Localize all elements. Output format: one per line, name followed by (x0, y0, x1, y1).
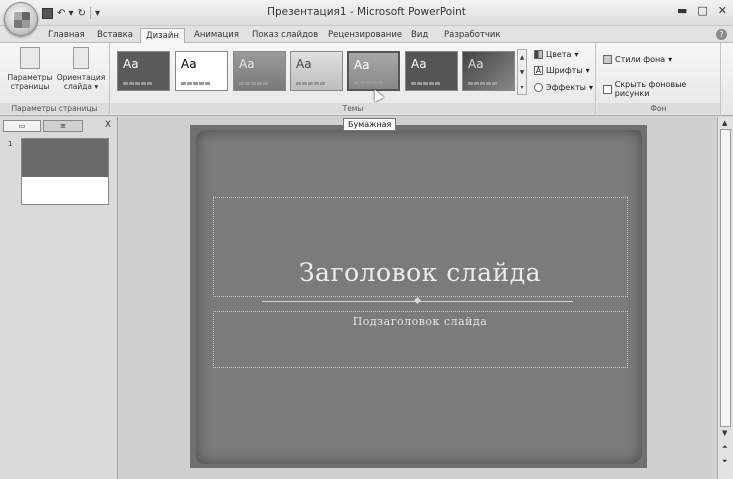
scroll-thumb[interactable] (720, 129, 731, 427)
theme-sample-text: Aa (123, 57, 139, 71)
scroll-up-icon[interactable]: ▲ (722, 119, 727, 127)
fonts-label: Шрифты (546, 66, 583, 75)
theme-sample-text: Aa (239, 57, 255, 71)
slides-tab[interactable]: ▭ (3, 120, 41, 132)
checkbox-icon[interactable] (603, 84, 612, 94)
page-setup-button[interactable]: Параметры страницы (6, 47, 54, 91)
theme-sample-text: Aa (411, 57, 427, 71)
office-logo-icon (14, 12, 30, 28)
theme-thumbnail-3[interactable]: Aa (233, 51, 286, 91)
theme-sample-text: Aa (468, 57, 484, 71)
page-setup-label: Параметры страницы (7, 73, 53, 91)
tab-developer[interactable]: Разработчик (444, 28, 501, 43)
page-setup-group: Параметры страницы Ориентация слайда ▾ П… (0, 43, 110, 116)
background-group: Стили фона ▾ Скрыть фоновые рисунки Фон (597, 43, 721, 116)
tab-review[interactable]: Рецензирование (328, 28, 402, 43)
page-setup-group-label: Параметры страницы (0, 103, 109, 114)
office-button[interactable] (4, 2, 38, 36)
tab-insert[interactable]: Вставка (97, 28, 133, 43)
next-slide-icon[interactable]: ⏷ (722, 457, 728, 466)
maximize-button[interactable]: □ (697, 4, 707, 17)
outline-tab[interactable]: ≡ (43, 120, 83, 132)
pane-tabs: ▭ ≡ X (3, 120, 115, 132)
vertical-scrollbar[interactable]: ▲ ▼ ⏶ ⏷ (717, 117, 733, 479)
slide-thumbnail[interactable] (21, 138, 109, 205)
slide-title[interactable]: Заголовок слайда (213, 258, 627, 287)
tab-home[interactable]: Главная (48, 28, 85, 43)
ribbon: Параметры страницы Ориентация слайда ▾ П… (0, 43, 733, 116)
colors-icon (534, 50, 543, 59)
colors-label: Цвета (546, 50, 572, 59)
page-setup-icon (20, 47, 40, 69)
gallery-up-icon[interactable]: ▲ (518, 50, 526, 65)
background-group-label: Фон (597, 103, 720, 114)
background-styles-button[interactable]: Стили фона ▾ (603, 55, 672, 64)
prev-slide-icon[interactable]: ⏶ (722, 443, 728, 452)
slide-subtitle[interactable]: Подзаголовок слайда (213, 315, 627, 328)
theme-sample-text: Aa (181, 57, 197, 71)
theme-sample-text: Aa (296, 57, 312, 71)
themes-group-label: Темы (111, 103, 595, 114)
effects-icon (534, 83, 543, 92)
colors-button[interactable]: Цвета ▾ (534, 50, 578, 59)
slide-number: 1 (8, 140, 13, 148)
tab-slideshow[interactable]: Показ слайдов (252, 28, 318, 43)
hide-background-label: Скрыть фоновые рисунки (614, 80, 687, 98)
fonts-icon: A (534, 66, 543, 75)
theme-tooltip: Бумажная (343, 118, 397, 131)
theme-thumbnail-6[interactable]: Aa (405, 51, 458, 91)
orientation-button[interactable]: Ориентация слайда ▾ (56, 47, 106, 91)
hide-background-checkbox[interactable]: Скрыть фоновые рисунки (603, 80, 720, 98)
pane-close-icon[interactable]: X (105, 120, 111, 130)
window-title: Презентация1 - Microsoft PowerPoint (267, 6, 466, 18)
effects-label: Эффекты (546, 83, 586, 92)
theme-thumbnail-1[interactable]: Aa (117, 51, 170, 91)
theme-thumbnail-4[interactable]: Aa (290, 51, 343, 91)
gallery-more-icon[interactable]: ▾ (518, 80, 526, 95)
theme-sample-text: Aa (354, 58, 370, 72)
theme-thumbnail-2[interactable]: Aa (175, 51, 228, 91)
thumbnail-preview (22, 139, 108, 177)
orientation-label: Ориентация слайда (56, 73, 106, 91)
ribbon-tabs: Главная Вставка Дизайн Анимация Показ сл… (0, 26, 733, 43)
background-styles-label: Стили фона (615, 55, 666, 64)
tab-animation[interactable]: Анимация (194, 28, 239, 43)
theme-thumbnail-paper[interactable]: Aa (347, 51, 400, 91)
window-controls: ▬ □ ✕ (677, 4, 727, 17)
help-icon[interactable]: ? (716, 29, 727, 40)
theme-gallery-scroll[interactable]: ▲ ▼ ▾ (517, 49, 527, 95)
gallery-down-icon[interactable]: ▼ (518, 65, 526, 80)
tab-design[interactable]: Дизайн (140, 28, 185, 43)
theme-thumbnail-7[interactable]: Aa (462, 51, 515, 91)
orientation-icon (73, 47, 89, 69)
close-button[interactable]: ✕ (718, 4, 727, 17)
title-bar: ↶ ▾ ↻ ▾ Презентация1 - Microsoft PowerPo… (0, 0, 733, 26)
background-styles-icon (603, 55, 612, 64)
fonts-button[interactable]: A Шрифты ▾ (534, 66, 590, 75)
scroll-down-icon[interactable]: ▼ (722, 429, 727, 437)
minimize-button[interactable]: ▬ (677, 4, 687, 17)
slide-canvas[interactable] (196, 130, 642, 464)
tab-view[interactable]: Вид (411, 28, 428, 43)
effects-button[interactable]: Эффекты ▾ (534, 83, 593, 92)
